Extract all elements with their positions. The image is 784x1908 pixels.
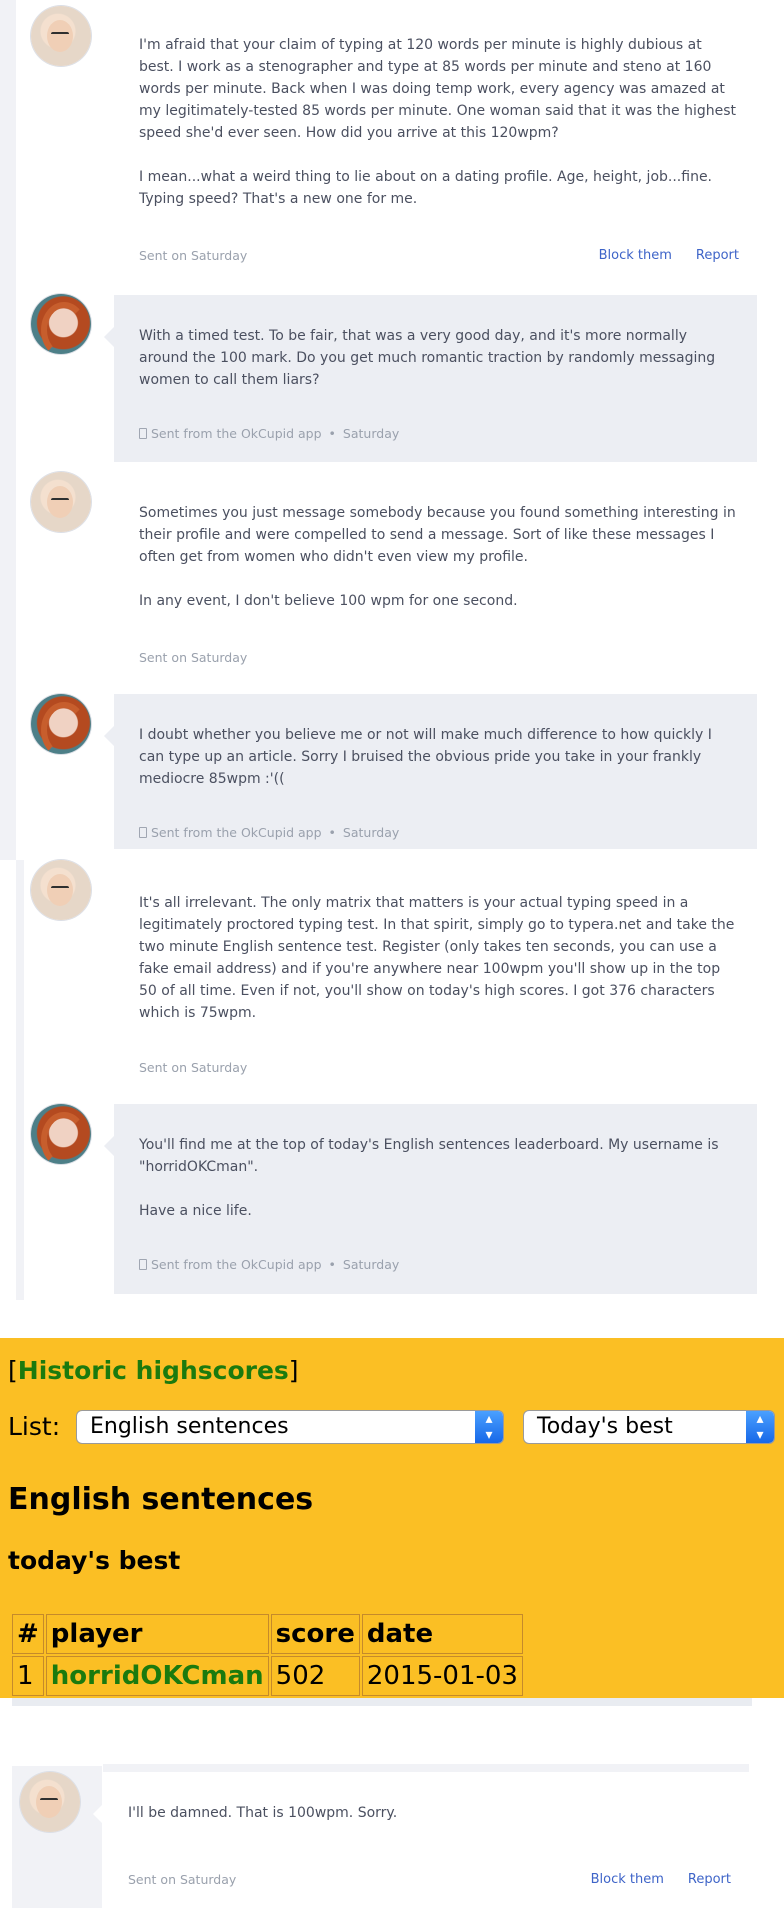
message-text: With a timed test. To be fair, that was … [139,328,716,388]
block-them-link[interactable]: Block them [599,248,672,263]
sent-from-app-label: Sent from the OkCupid app [151,1257,322,1272]
message-text: I'll be damned. That is 100wpm. Sorry. [128,1805,398,1821]
highscores-title: [Historic highscores] [8,1356,299,1385]
avatar[interactable] [20,1772,80,1832]
message-meta: Sent from the OkCupid app • Saturday [139,1257,739,1272]
period-heading: today's best [8,1546,181,1575]
left-gutter [0,0,16,860]
message-bubble: It's all irrelevant. The only matrix tha… [104,860,757,1090]
message-bubble: I doubt whether you believe me or not wi… [104,694,757,849]
phone-icon [139,827,147,838]
message-meta: Sent on Saturday [139,650,739,665]
sent-from-app-label: Sent from the OkCupid app [151,825,322,840]
player-link[interactable]: horridOKCman [51,1661,264,1691]
bracket-close: ] [288,1356,299,1385]
phone-icon [139,1259,147,1270]
sent-day: Saturday [342,426,400,441]
score-cell: 502 [270,1656,360,1696]
column-header: # [12,1614,44,1654]
rank-cell: 1 [12,1656,44,1696]
avatar[interactable] [31,694,91,754]
avatar[interactable] [31,472,91,532]
separator-dot: • [328,825,336,840]
date-cell: 2015-01-03 [361,1656,523,1696]
message-bubble: With a timed test. To be fair, that was … [104,295,757,462]
column-header: date [361,1614,523,1654]
historic-highscores-link[interactable]: Historic highscores [18,1356,289,1385]
report-link[interactable]: Report [688,1872,731,1887]
list-label: List: [8,1412,61,1441]
sent-label: Sent on Saturday [139,650,248,665]
separator-dot: • [328,1257,336,1272]
sent-day: Saturday [342,1257,400,1272]
message-bubble: I'll be damned. That is 100wpm. Sorry. S… [93,1764,749,1904]
highscores-panel: [Historic highscores] List: English sent… [0,1338,784,1698]
report-link[interactable]: Report [696,248,739,263]
message-text: Sometimes you just message somebody beca… [139,505,736,609]
highscores-table: # player score date 1 horridOKCman 502 2… [10,1612,525,1698]
list-heading: English sentences [8,1482,314,1517]
column-header: player [45,1614,269,1654]
left-gutter-lower [16,860,24,1300]
avatar[interactable] [31,860,91,920]
table-row: 1 horridOKCman 502 2015-01-03 [12,1656,523,1696]
sent-label: Sent on Saturday [139,248,248,263]
message-text: I doubt whether you believe me or not wi… [139,727,712,787]
list-select-value: English sentences [90,1414,289,1439]
period-select-value: Today's best [537,1414,673,1439]
separator-dot: • [328,426,336,441]
sent-from-app-label: Sent from the OkCupid app [151,426,322,441]
list-select[interactable]: English sentences ▴ ▾ [76,1410,504,1444]
message-bubble: You'll find me at the top of today's Eng… [104,1104,757,1294]
message-text: It's all irrelevant. The only matrix tha… [139,895,735,1021]
sent-day: Saturday [342,825,400,840]
sent-label: Sent on Saturday [128,1872,237,1887]
message-bubble: Sometimes you just message somebody beca… [104,474,757,684]
sent-label: Sent on Saturday [139,1060,248,1075]
divider [12,1698,752,1706]
message-meta: Sent on Saturday [139,1060,739,1075]
column-header: score [270,1614,360,1654]
message-bubble: I'm afraid that your claim of typing at … [104,6,757,283]
avatar[interactable] [31,294,91,354]
message-text: I'm afraid that your claim of typing at … [139,37,737,207]
message-text: You'll find me at the top of today's Eng… [139,1137,719,1219]
message-meta: Sent from the OkCupid app • Saturday [139,426,739,441]
avatar[interactable] [31,1104,91,1164]
player-cell: horridOKCman [45,1656,269,1696]
avatar[interactable] [31,6,91,66]
updown-arrow-icon: ▴ ▾ [475,1411,503,1443]
updown-arrow-icon: ▴ ▾ [746,1411,774,1443]
block-them-link[interactable]: Block them [591,1872,664,1887]
message-meta: Sent on Saturday Block them Report [128,1872,731,1887]
message-meta: Sent on Saturday Block them Report [139,248,739,263]
period-select[interactable]: Today's best ▴ ▾ [523,1410,775,1444]
phone-icon [139,428,147,439]
message-meta: Sent from the OkCupid app • Saturday [139,825,739,840]
table-header-row: # player score date [12,1614,523,1654]
bracket-open: [ [8,1356,18,1385]
